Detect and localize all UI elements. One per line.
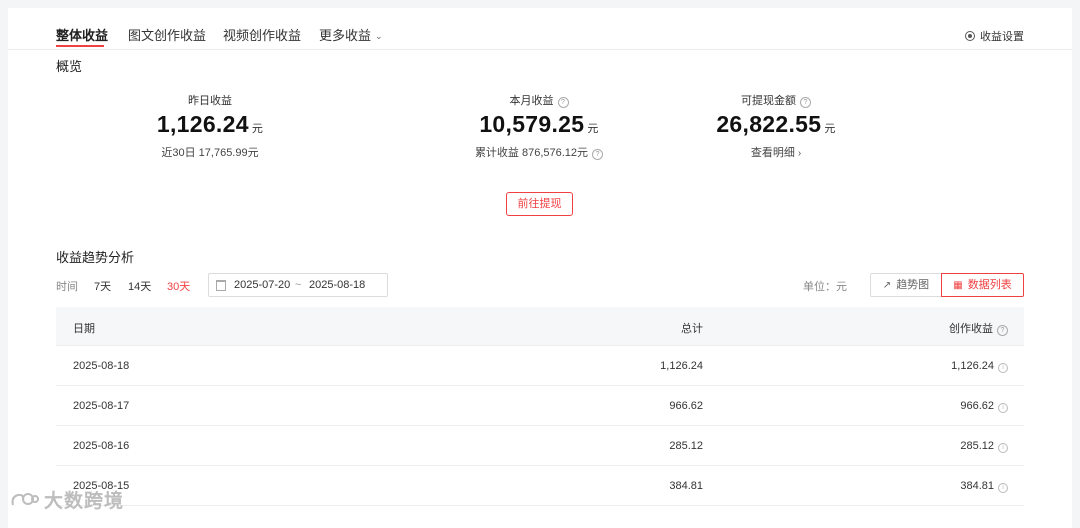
yesterday-income-value: 1,126.24 [156,111,249,137]
header-creation-income: 创作收益? [949,320,1008,336]
month-income-value: 10,579.25 [479,111,585,137]
cumulative-income-row: 累计收益 876,576.12元? [419,144,659,160]
tab-more-income[interactable]: 更多收益 ⌄ [319,25,383,44]
view-details-label: 查看明细 [750,147,795,159]
row-total: 285.12 [669,440,703,452]
withdrawable-value-row: 26,822.55 元 [656,111,896,138]
row-date: 2025-08-17 [73,400,130,412]
withdrawable-stat: 可提现金额? 26,822.55 元 查看明细 › [656,92,896,160]
date-start: 2025-07-20 [234,279,291,291]
info-icon[interactable]: i [998,483,1008,493]
calendar-icon [216,280,226,291]
month-income-value-row: 10,579.25 元 [419,111,659,138]
info-icon[interactable]: i [998,443,1008,453]
trend-filter-row: 时间 7天 14天 30天 2025-07-20 ~ 2025-08-18 单位… [56,273,1024,297]
withdrawable-label: 可提现金额 [741,95,796,107]
grid-icon: ▦ [953,280,963,291]
unit-label: 单位：元 [803,281,847,293]
row-total: 966.62 [669,400,703,412]
trend-analysis-title: 收益趋势分析 [56,250,135,265]
tab-video-income[interactable]: 视频创作收益 [223,25,301,44]
table-row: 2025-08-17 966.62 966.62 i [56,386,1024,426]
tab-bar: 整体收益 图文创作收益 视频创作收益 更多收益 ⌄ 收益设置 [8,8,1072,50]
row-income: 966.62 i [960,400,1008,413]
row-income: 384.81 i [960,480,1008,493]
row-income: 285.12 i [960,440,1008,453]
help-icon[interactable]: ? [800,97,811,108]
row-total: 384.81 [669,480,703,492]
info-icon[interactable]: i [998,403,1008,413]
table-row: 2025-08-16 285.12 285.12 i [56,426,1024,466]
table-row: 2025-08-15 384.81 384.81 i [56,466,1024,506]
row-date: 2025-08-16 [73,440,130,452]
data-list-label: 数据列表 [967,279,1012,291]
header-date: 日期 [73,323,95,335]
chevron-down-icon: ⌄ [375,31,383,41]
yesterday-income-label: 昨日收益 [188,95,232,107]
watermark: 大数跨境 [10,486,124,513]
row-income-value: 285.12 [960,440,994,452]
cumulative-income: 累计收益 876,576.12元 [474,147,589,159]
row-income: 1,126.24 i [951,360,1008,373]
data-list-button[interactable]: ▦ 数据列表 [941,273,1024,297]
yesterday-income-value-row: 1,126.24 元 [90,111,330,138]
range-7-days[interactable]: 7天 [94,278,111,294]
withdrawable-label-row: 可提现金额? [656,92,896,108]
date-separator: ~ [295,279,302,291]
month-income-label-row: 本月收益? [419,92,659,108]
income-settings-link[interactable]: 收益设置 [965,28,1024,44]
table-header: 日期 总计 创作收益? [56,307,1024,346]
income-card: 整体收益 图文创作收益 视频创作收益 更多收益 ⌄ 收益设置 概览 昨日收益 1,… [8,8,1072,528]
tab-overall-income[interactable]: 整体收益 [56,25,108,44]
row-income-value: 966.62 [960,400,994,412]
last-30-days-income: 近30日 17,765.99元 [161,147,259,159]
month-income-unit: 元 [587,123,599,135]
tab-article-income[interactable]: 图文创作收益 [128,25,206,44]
row-income-value: 1,126.24 [951,360,994,372]
withdrawable-value: 26,822.55 [716,111,822,137]
header-creation-income-label: 创作收益 [949,323,993,335]
month-income-label: 本月收益 [509,95,554,107]
row-income-value: 384.81 [960,480,994,492]
range-30-days[interactable]: 30天 [167,278,190,294]
month-income-stat: 本月收益? 10,579.25 元 累计收益 876,576.12元? [419,92,659,160]
info-icon[interactable]: i [998,363,1008,373]
watermark-text: 大数跨境 [44,491,125,512]
active-tab-indicator [56,45,104,47]
help-icon[interactable]: ? [592,149,604,160]
row-total: 1,126.24 [660,360,703,372]
yesterday-income-stat: 昨日收益 1,126.24 元 近30日 17,765.99元 [90,92,330,160]
help-icon[interactable]: ? [997,325,1008,336]
trend-chart-button[interactable]: ↗ 趋势图 [870,273,942,297]
row-date: 2025-08-18 [73,360,130,372]
date-end: 2025-08-18 [309,279,366,291]
chevron-right-icon: › [797,148,802,159]
tab-more-income-label: 更多收益 [319,28,372,43]
view-details-link[interactable]: 查看明细 › [656,144,896,160]
table-row: 2025-08-18 1,126.24 1,126.24 i [56,346,1024,386]
time-label: 时间 [56,281,78,293]
settings-icon [965,31,975,41]
income-settings-label: 收益设置 [980,31,1024,43]
overview-title: 概览 [56,59,83,74]
trend-chart-label: 趋势图 [896,279,930,291]
withdrawable-unit: 元 [824,123,836,135]
withdraw-button[interactable]: 前往提现 [506,192,573,216]
watermark-logo-icon [11,493,39,506]
yesterday-income-unit: 元 [251,123,264,135]
income-table: 日期 总计 创作收益? 2025-08-18 1,126.24 1,126.24… [56,307,1024,506]
range-14-days[interactable]: 14天 [128,278,151,294]
date-range-picker[interactable]: 2025-07-20 ~ 2025-08-18 [208,273,388,297]
header-total: 总计 [681,323,703,335]
help-icon[interactable]: ? [557,97,569,108]
line-chart-icon: ↗ [882,280,892,291]
